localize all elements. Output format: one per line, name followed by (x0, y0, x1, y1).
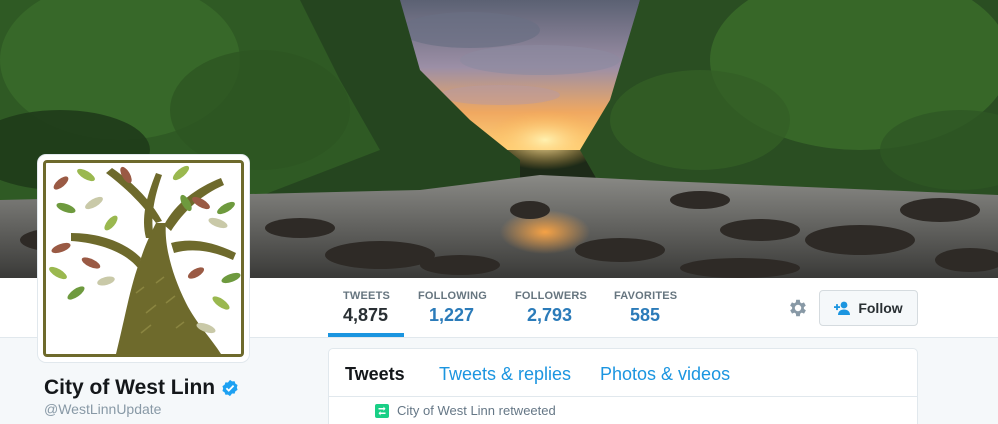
profile-name[interactable]: City of West Linn (44, 376, 215, 400)
retweet-notice[interactable]: City of West Linn retweeted (397, 403, 556, 418)
active-stat-underline (328, 333, 404, 337)
stat-value: 4,875 (343, 305, 389, 325)
stat-followers[interactable]: FOLLOWERS 2,793 (515, 290, 587, 326)
follow-button-label: Follow (858, 300, 903, 316)
verified-badge-icon (222, 379, 238, 397)
follow-button[interactable]: Follow (819, 290, 918, 326)
gear-icon[interactable] (787, 297, 809, 319)
stat-favorites[interactable]: FAVORITES 585 (614, 290, 677, 326)
tab-photos-and-videos[interactable]: Photos & videos (600, 364, 730, 385)
add-user-icon (834, 301, 851, 315)
stat-value: 585 (630, 305, 661, 325)
city-tree-logo (43, 160, 244, 357)
profile-name-row: City of West Linn (44, 376, 239, 400)
avatar[interactable] (38, 155, 249, 362)
stat-label: TWEETS (343, 290, 391, 302)
stat-label: FOLLOWING (418, 290, 488, 302)
retweet-icon (375, 403, 389, 418)
stat-label: FAVORITES (614, 290, 678, 302)
timeline-tabs: Tweets Tweets & replies Photos & videos (329, 349, 917, 397)
profile-handle[interactable]: @WestLinnUpdate (44, 401, 161, 417)
twitter-profile-page: TWEETS 4,875 FOLLOWING 1,227 FOLLOWERS 2… (0, 0, 998, 424)
stat-label: FOLLOWERS (515, 290, 588, 302)
tab-tweets-and-replies[interactable]: Tweets & replies (439, 364, 571, 385)
stat-following[interactable]: FOLLOWING 1,227 (418, 290, 487, 326)
tab-tweets[interactable]: Tweets (345, 364, 405, 385)
timeline-panel: Tweets Tweets & replies Photos & videos … (328, 348, 918, 424)
stat-value: 2,793 (527, 305, 573, 325)
stat-value: 1,227 (429, 305, 475, 325)
stat-tweets[interactable]: TWEETS 4,875 (343, 290, 390, 326)
retweet-context: City of West Linn retweeted (375, 403, 556, 418)
